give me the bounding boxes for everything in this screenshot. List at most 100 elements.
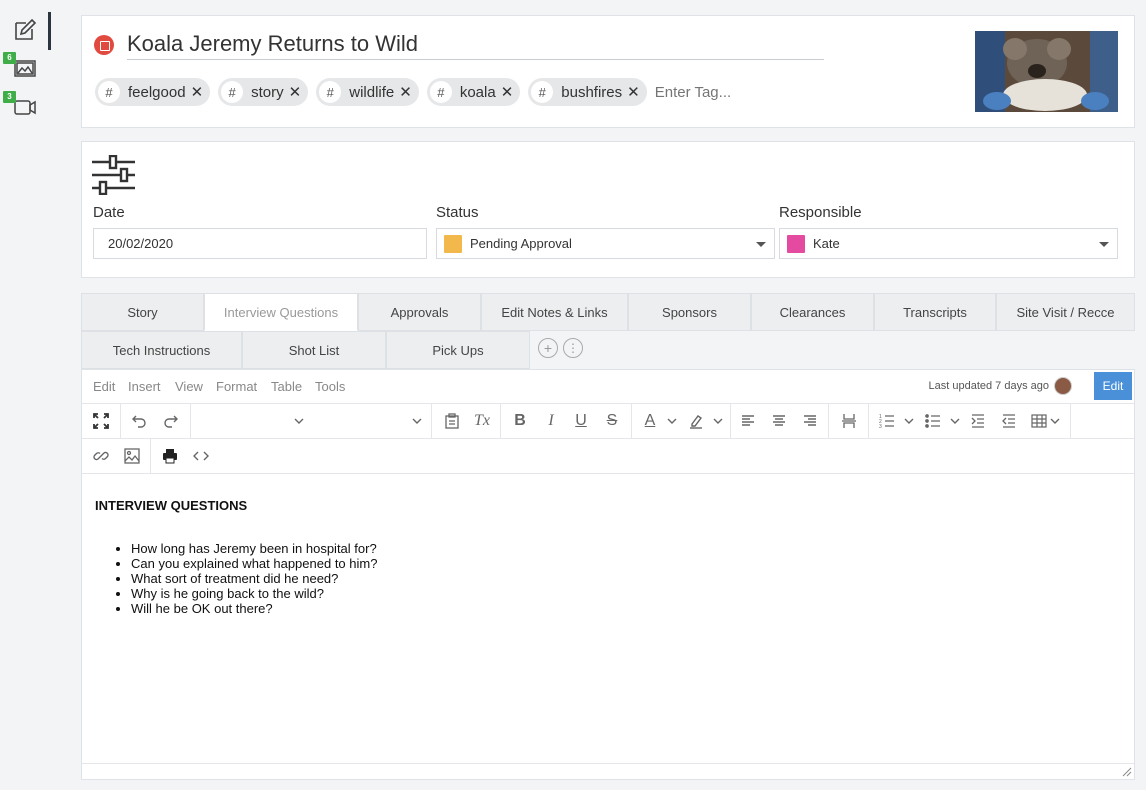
list-item: Will he be OK out there?: [131, 601, 377, 616]
redo-icon[interactable]: [160, 410, 182, 432]
list-item: What sort of treatment did he need?: [131, 571, 377, 586]
numbered-list-icon[interactable]: 123: [876, 410, 898, 432]
responsible-select[interactable]: Kate: [779, 228, 1118, 259]
block-format-select[interactable]: [196, 410, 306, 432]
svg-text:3: 3: [879, 424, 882, 429]
tab-site-visit-recce[interactable]: Site Visit / Recce: [996, 293, 1135, 331]
strikethrough-icon[interactable]: S: [601, 410, 623, 432]
hash-icon: #: [429, 81, 452, 103]
story-title-field[interactable]: Koala Jeremy Returns to Wild: [127, 30, 824, 60]
tab-tech-instructions[interactable]: Tech Instructions: [81, 331, 242, 369]
avatar: [1054, 377, 1072, 395]
menu-table[interactable]: Table: [271, 379, 302, 394]
align-center-icon[interactable]: [768, 410, 790, 432]
tag-label: wildlife: [349, 83, 395, 101]
tag-input[interactable]: [654, 83, 795, 101]
hash-icon: #: [98, 81, 120, 103]
menu-view[interactable]: View: [175, 379, 203, 394]
responsible-label: Responsible: [779, 204, 862, 221]
table-icon[interactable]: [1028, 410, 1050, 432]
text-color-icon[interactable]: A: [639, 410, 661, 432]
remove-tag-icon[interactable]: ✕: [399, 83, 412, 101]
responsible-value: Kate: [813, 236, 840, 251]
status-value: Pending Approval: [470, 236, 572, 251]
bold-icon[interactable]: B: [509, 410, 531, 432]
editor-menubar: Edit Insert View Format Table Tools Last…: [82, 370, 1134, 404]
tab-pick-ups[interactable]: Pick Ups: [386, 331, 530, 369]
tag-chip: # wildlife ✕: [316, 78, 419, 106]
hash-icon: #: [531, 81, 554, 103]
clear-formatting-icon[interactable]: Tx: [471, 410, 493, 432]
status-label: Status: [436, 204, 479, 221]
print-icon[interactable]: [159, 445, 181, 467]
last-updated-text: Last updated 7 days ago: [928, 380, 1049, 392]
list-item: Can you explained what happened to him?: [131, 556, 377, 571]
list-item: Why is he going back to the wild?: [131, 586, 377, 601]
content-heading: INTERVIEW QUESTIONS: [95, 498, 248, 513]
tag-label: koala: [459, 83, 496, 101]
tab-sponsors[interactable]: Sponsors: [628, 293, 751, 331]
chevron-down-icon[interactable]: [1050, 416, 1060, 426]
chevron-down-icon[interactable]: [713, 416, 723, 426]
add-tab-icon[interactable]: +: [538, 338, 558, 358]
editor-content[interactable]: INTERVIEW QUESTIONS How long has Jeremy …: [95, 498, 377, 616]
tag-chip: # bushfires ✕: [528, 78, 647, 106]
tag-chip: # feelgood ✕: [95, 78, 211, 106]
edit-story-icon[interactable]: [12, 17, 38, 43]
hash-icon: #: [221, 81, 244, 103]
menu-insert[interactable]: Insert: [128, 379, 161, 394]
story-thumbnail[interactable]: [975, 31, 1118, 112]
hash-icon: #: [319, 81, 342, 103]
tab-shot-list[interactable]: Shot List: [242, 331, 386, 369]
paste-icon[interactable]: [441, 410, 463, 432]
tab-clearances[interactable]: Clearances: [751, 293, 874, 331]
tag-label: bushfires: [561, 83, 623, 101]
story-meta-card: Date 20/02/2020 Status Pending Approval …: [81, 141, 1135, 278]
menu-tools[interactable]: Tools: [315, 379, 345, 394]
date-value: 20/02/2020: [108, 236, 174, 251]
page-break-icon[interactable]: [838, 410, 860, 432]
chevron-down-icon[interactable]: [904, 416, 914, 426]
left-rail: 6 3: [0, 0, 62, 790]
insert-image-icon[interactable]: [121, 445, 143, 467]
remove-tag-icon[interactable]: ✕: [289, 83, 302, 101]
chevron-down-icon[interactable]: [667, 416, 677, 426]
remove-tag-icon[interactable]: ✕: [501, 83, 514, 101]
responsible-color-swatch: [787, 234, 805, 253]
chevron-down-icon: [1099, 242, 1109, 247]
more-options-icon[interactable]: ⋮: [563, 338, 583, 358]
outdent-icon[interactable]: [998, 410, 1020, 432]
tab-edit-notes-links[interactable]: Edit Notes & Links: [481, 293, 628, 331]
tag-list: # feelgood ✕ # story ✕ # wildlife ✕ # ko…: [95, 78, 795, 106]
font-size-select[interactable]: [314, 410, 424, 432]
tab-transcripts[interactable]: Transcripts: [874, 293, 996, 331]
link-icon[interactable]: [90, 445, 112, 467]
status-select[interactable]: Pending Approval: [436, 228, 775, 259]
align-right-icon[interactable]: [799, 410, 821, 432]
remove-tag-icon[interactable]: ✕: [191, 83, 204, 101]
italic-icon[interactable]: I: [540, 410, 562, 432]
list-item: How long has Jeremy been in hospital for…: [131, 541, 377, 556]
remove-tag-icon[interactable]: ✕: [627, 83, 640, 101]
date-label: Date: [93, 204, 125, 221]
resize-handle-icon[interactable]: [1122, 767, 1132, 777]
fullscreen-icon[interactable]: [90, 410, 112, 432]
tab-approvals[interactable]: Approvals: [358, 293, 481, 331]
menu-format[interactable]: Format: [216, 379, 257, 394]
highlight-color-icon[interactable]: [685, 410, 707, 432]
bullet-list-icon[interactable]: [922, 410, 944, 432]
align-left-icon[interactable]: [737, 410, 759, 432]
editor-toolbar-row-2: [82, 439, 1134, 474]
menu-edit[interactable]: Edit: [93, 379, 115, 394]
underline-icon[interactable]: U: [570, 410, 592, 432]
indent-icon[interactable]: [967, 410, 989, 432]
source-code-icon[interactable]: [190, 445, 212, 467]
tab-interview-questions[interactable]: Interview Questions: [204, 293, 358, 331]
status-color-swatch: [444, 234, 462, 253]
edit-button[interactable]: Edit: [1094, 372, 1132, 400]
chevron-down-icon[interactable]: [950, 416, 960, 426]
tab-story[interactable]: Story: [81, 293, 204, 331]
undo-icon[interactable]: [128, 410, 150, 432]
tag-chip: # koala ✕: [426, 78, 521, 106]
date-field[interactable]: 20/02/2020: [93, 228, 427, 259]
